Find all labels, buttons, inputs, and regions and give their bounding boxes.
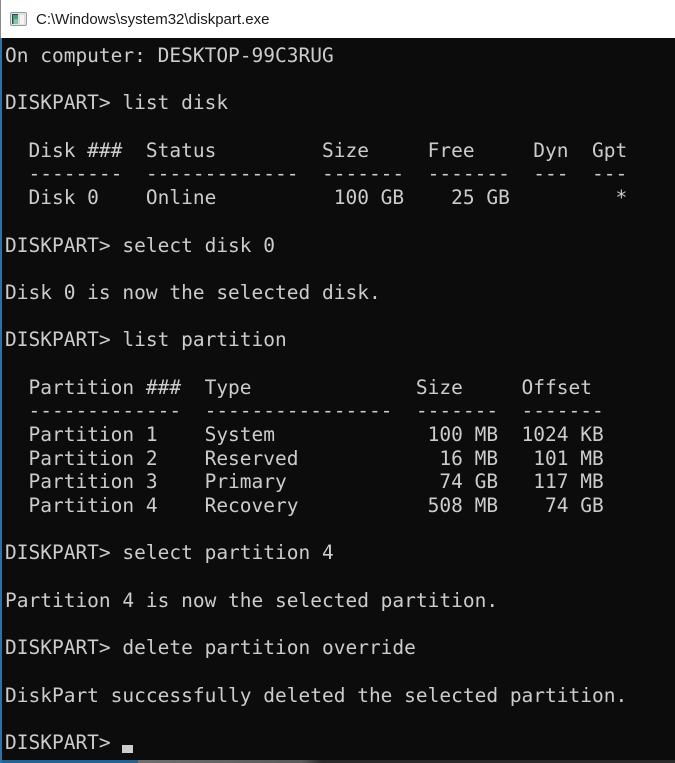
output-line: Disk 0 is now the selected disk. [5, 281, 675, 305]
terminal-cursor [122, 745, 133, 753]
output-line [5, 115, 675, 139]
output-line: Partition 2 Reserved 16 MB 101 MB [5, 447, 675, 471]
prompt-line: DISKPART> delete partition override [5, 636, 675, 660]
output-line [5, 68, 675, 92]
output-line: DiskPart successfully deleted the select… [5, 684, 675, 708]
output-line: Partition 1 System 100 MB 1024 KB [5, 423, 675, 447]
output-line: On computer: DESKTOP-99C3RUG [5, 44, 675, 68]
output-line: -------- ------------- ------- ------- -… [5, 162, 675, 186]
output-line: Disk 0 Online 100 GB 25 GB * [5, 186, 675, 210]
output-line [5, 518, 675, 542]
output-line: Disk ### Status Size Free Dyn Gpt [5, 139, 675, 163]
output-line [5, 305, 675, 329]
title-bar[interactable]: C:\Windows\system32\diskpart.exe [0, 0, 675, 38]
prompt-line: DISKPART> list disk [5, 91, 675, 115]
output-line [5, 613, 675, 637]
output-line: Partition 3 Primary 74 GB 117 MB [5, 470, 675, 494]
output-line [5, 352, 675, 376]
output-line [5, 210, 675, 234]
output-line [5, 565, 675, 589]
output-line: ------------- ---------------- ------- -… [5, 399, 675, 423]
output-line: Partition 4 Recovery 508 MB 74 GB [5, 494, 675, 518]
prompt-line: DISKPART> select partition 4 [5, 541, 675, 565]
diskpart-window: C:\Windows\system32\diskpart.exe On comp… [0, 0, 675, 763]
prompt-line: DISKPART> select disk 0 [5, 234, 675, 258]
prompt-line: DISKPART> list partition [5, 328, 675, 352]
terminal-output[interactable]: On computer: DESKTOP-99C3RUG DISKPART> li… [0, 38, 675, 763]
output-line: Partition 4 is now the selected partitio… [5, 589, 675, 613]
console-icon[interactable] [10, 11, 27, 27]
output-line [5, 257, 675, 281]
prompt-line: DISKPART> [5, 731, 675, 755]
output-line [5, 660, 675, 684]
output-line [5, 707, 675, 731]
output-line: Partition ### Type Size Offset [5, 376, 675, 400]
window-title: C:\Windows\system32\diskpart.exe [36, 11, 269, 28]
